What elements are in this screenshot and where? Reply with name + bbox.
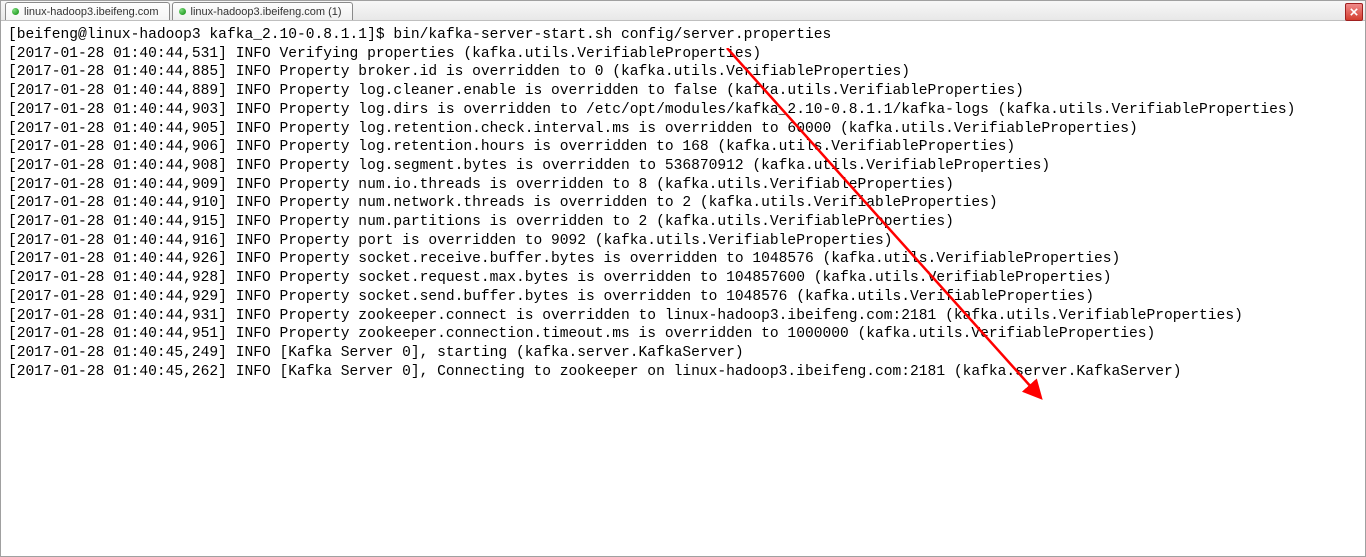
close-icon bbox=[1350, 8, 1358, 16]
terminal-output: [beifeng@linux-hadoop3 kafka_2.10-0.8.1.… bbox=[2, 22, 1364, 385]
tab-session-1[interactable]: linux-hadoop3.ibeifeng.com bbox=[5, 2, 170, 20]
status-dot-icon bbox=[12, 8, 19, 15]
close-button[interactable] bbox=[1345, 3, 1363, 21]
tab-label: linux-hadoop3.ibeifeng.com (1) bbox=[191, 6, 342, 18]
status-dot-icon bbox=[179, 8, 186, 15]
tab-bar: linux-hadoop3.ibeifeng.com linux-hadoop3… bbox=[1, 1, 1365, 21]
tab-label: linux-hadoop3.ibeifeng.com bbox=[24, 6, 159, 18]
tab-session-2[interactable]: linux-hadoop3.ibeifeng.com (1) bbox=[172, 2, 353, 20]
terminal-pane[interactable]: [beifeng@linux-hadoop3 kafka_2.10-0.8.1.… bbox=[2, 22, 1364, 555]
